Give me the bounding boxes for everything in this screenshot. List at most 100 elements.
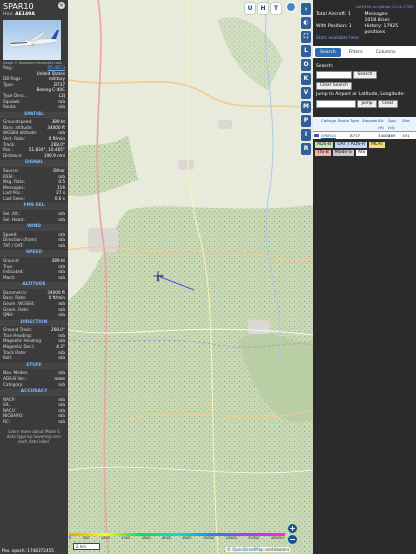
settings-icon[interactable] (286, 2, 296, 12)
column-header[interactable]: Callsign (320, 117, 338, 131)
stuff-section-header[interactable]: STUFF (0, 362, 68, 370)
spatial-row: Distance: 190.9 nmi (0, 153, 68, 159)
tab-filters[interactable]: Filters (344, 48, 368, 57)
direction-row: Roll: n/a (0, 355, 68, 361)
spatial-value: 190.9 nmi (43, 152, 65, 158)
table-cell (313, 132, 320, 139)
aircraft-info-panel: SPAR10 Hex: AE149A × Image © Alejandro H… (0, 0, 68, 554)
map-tiles (68, 0, 313, 554)
clear-button[interactable]: Clear (378, 99, 398, 108)
stats-link[interactable]: Stats available here (316, 36, 413, 42)
tab-search[interactable]: Search (315, 47, 341, 57)
altitude-color-legend: 0 500 1000 2000 4000 6000 8000 10000 20000 30000 4… (69, 533, 285, 540)
altitude-legend-label: 30000 (248, 535, 260, 540)
table-header: Callsign Route Type Squawk Alt. (ft) Spd. (kt… (313, 116, 416, 132)
signal-section-header[interactable]: SIGNAL (0, 160, 68, 167)
map-button-r[interactable]: R (301, 143, 311, 155)
map-button-l[interactable]: L (301, 45, 311, 57)
stats-block: Total Aircraft: 1 Messages: 1018.8/sec Wi… (313, 10, 416, 42)
table-cell (338, 132, 350, 139)
direction-section-header[interactable]: DIRECTION (0, 319, 68, 327)
clear-search-button[interactable]: Clear Search (316, 82, 352, 90)
signal-value: 0.6 s (54, 195, 65, 201)
speed-value: n/a (58, 274, 65, 280)
search-input[interactable] (316, 71, 352, 79)
stuff-label: Category: (3, 381, 24, 387)
speed-row: Mach: n/a (0, 275, 68, 281)
altitude-legend-label: 4000 (141, 535, 151, 540)
fullscreen-icon[interactable]: ⛶ (301, 31, 311, 43)
flag-icon (314, 133, 319, 137)
jump-label: Jump to Airport or Latitude, Longitude: (316, 92, 405, 97)
map-button-o[interactable]: O (301, 59, 311, 71)
legend-tis-b: TIS-B (315, 149, 331, 156)
map-button-p[interactable]: P (301, 115, 311, 127)
table-cell: 389 (388, 132, 396, 138)
column-header[interactable]: Spd. (kt) (388, 117, 402, 131)
direction-label: Roll: (3, 355, 13, 361)
accuracy-value: n/a (58, 419, 65, 424)
stuff-row: Category: n/a (0, 382, 68, 388)
legend-uat-ads-r: UAT / ADS-R (335, 141, 368, 148)
hex-value: AE149A (15, 12, 35, 17)
column-header[interactable]: Dist. (402, 117, 416, 131)
jump-input[interactable] (316, 99, 356, 108)
close-icon[interactable]: × (58, 2, 65, 9)
fms-label: Sel. Head.: (3, 216, 26, 222)
tab-columns[interactable]: Columns (371, 48, 401, 57)
map-button-u[interactable]: U (245, 3, 255, 14)
jump-button[interactable]: Jump (357, 99, 377, 108)
legend-mode-s: Mode-S (332, 149, 354, 156)
column-header[interactable]: Route (338, 117, 350, 131)
map-button-i[interactable]: I (301, 129, 311, 141)
map-view[interactable] (68, 0, 313, 554)
accuracy-label: RC: (3, 419, 11, 424)
map-attribution: © OpenStreetMap contributors (226, 547, 291, 552)
spatial-section-header[interactable]: SPATIAL (0, 111, 68, 119)
map-dim-icon[interactable]: ◐ (301, 17, 311, 29)
map-button-v[interactable]: V (301, 87, 311, 99)
sidebar-tabs: Search Filters Columns (313, 46, 416, 58)
zoom-out-button[interactable]: − (288, 535, 297, 544)
column-header[interactable] (313, 117, 320, 131)
altitude-section-header[interactable]: ALTITUDE (0, 282, 68, 289)
github-link[interactable]: tar1090 on github (3.14.1700) (356, 4, 414, 9)
fms-value: n/a (58, 216, 65, 222)
wind-row: TAT / OAT: n/a (0, 243, 68, 249)
altitude-row: QNH: n/a (0, 312, 68, 318)
source-legend: ADS-B UAT / ADS-R MLAT TIS-B Mode-S AIS (313, 139, 393, 159)
wind-section-header[interactable]: WIND (0, 224, 68, 231)
column-header[interactable]: Squawk (362, 117, 378, 131)
callsign-cell[interactable]: SPAR10 (320, 132, 338, 139)
stuff-value: n/a (58, 381, 65, 387)
search-button[interactable]: Search (353, 71, 377, 79)
column-header[interactable]: Type (350, 117, 362, 131)
map-button-m[interactable]: M (301, 101, 311, 113)
table-cell: 191 (402, 132, 410, 138)
stat-label: History: (364, 24, 383, 29)
aircraft-table: Callsign Route Type Squawk Alt. (ft) Spd. (kt… (313, 116, 416, 139)
map-button-h[interactable]: H (258, 3, 268, 14)
table-cell (362, 132, 378, 139)
help-note: Learn more about Mode S data type by hov… (6, 428, 62, 444)
hex-label: Hex: (3, 12, 14, 17)
hex-code: Hex: AE149A (3, 12, 66, 17)
table-row[interactable]: SPAR10 B737 34000 389 191 (313, 131, 416, 139)
collapse-button[interactable]: › (301, 3, 311, 15)
fms-section-header[interactable]: FMS SEL (0, 203, 68, 210)
accuracy-section-header[interactable]: ACCURACY (0, 389, 68, 396)
aircraft-photo[interactable] (3, 20, 61, 60)
aircraft-icon[interactable] (152, 270, 164, 282)
speed-section-header[interactable]: SPEED (0, 250, 68, 257)
table-cell: 34000 (378, 132, 391, 138)
altitude-legend-label: 0 (69, 535, 72, 540)
zoom-in-button[interactable]: + (288, 524, 297, 533)
column-header[interactable]: Alt. (ft) (378, 117, 388, 131)
map-button-t[interactable]: T (271, 3, 281, 14)
scale-bar: 2 km (73, 543, 100, 550)
info-value: n/a (58, 104, 65, 110)
stat-messages: Messages: 1018.8/sec (365, 12, 414, 24)
osm-link[interactable]: OpenStreetMap (232, 547, 263, 552)
map-button-k[interactable]: K (301, 73, 311, 85)
stat-value: 1 (347, 12, 351, 17)
